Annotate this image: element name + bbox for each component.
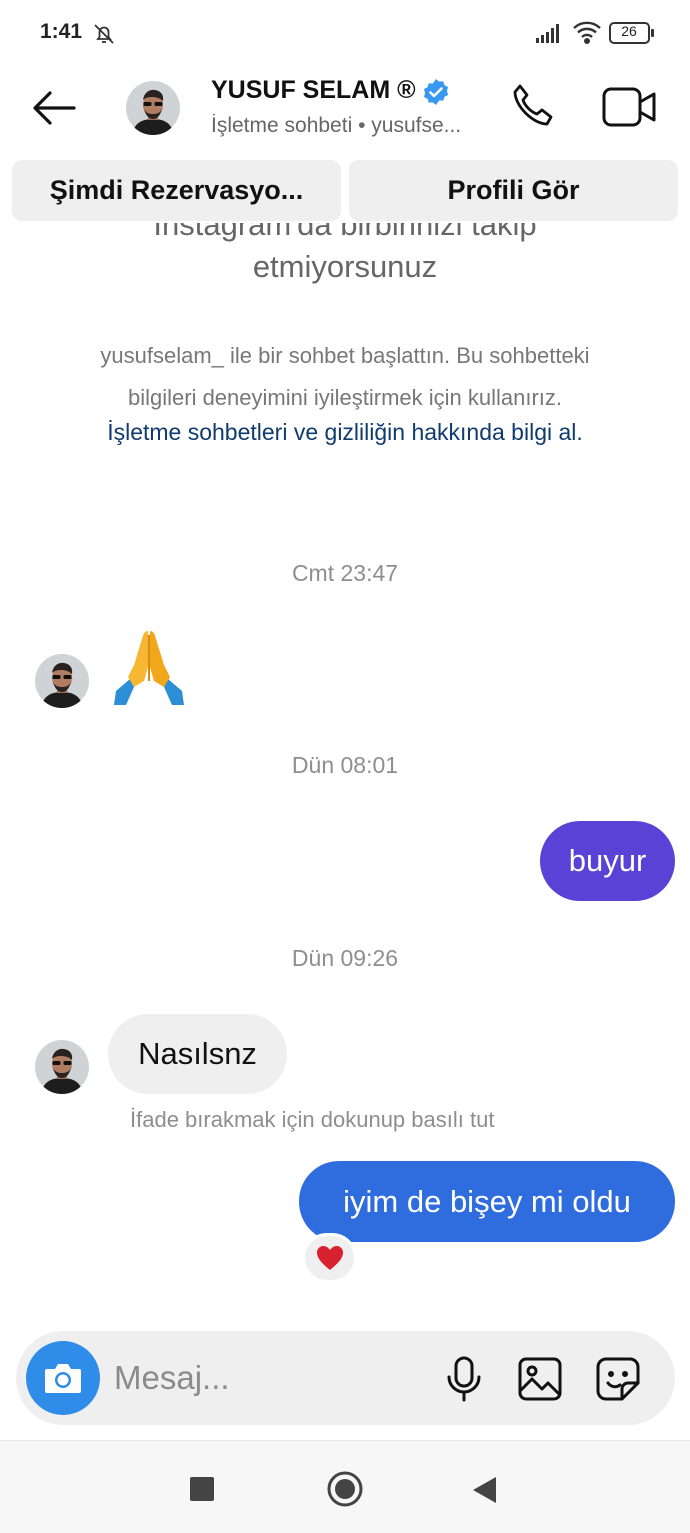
gallery-icon[interactable] xyxy=(516,1355,564,1403)
reaction-hint: İfade bırakmak için dokunup basılı tut xyxy=(130,1107,495,1132)
book-now-button[interactable]: Şimdi Rezervasyo... xyxy=(12,160,341,221)
message-input[interactable] xyxy=(114,1353,414,1403)
verified-badge-icon xyxy=(424,79,448,105)
timestamp: Cmt 23:47 xyxy=(291,560,399,586)
timestamp: Dün 09:26 xyxy=(291,945,399,971)
info-line-2: bilgileri deneyimini iyileştirmek için k… xyxy=(127,385,563,410)
status-time: 1:41 xyxy=(40,20,83,43)
system-nav-bar xyxy=(0,1440,690,1533)
camera-icon xyxy=(45,1364,81,1393)
sender-avatar[interactable] xyxy=(35,654,89,708)
received-message-bubble[interactable]: Nasılsnz xyxy=(108,1014,287,1094)
message-thread[interactable]: Instagram'da birbirinizi takip etmiyorsu… xyxy=(0,221,690,1326)
message-composer xyxy=(16,1331,675,1425)
status-bar: 1:41 26 xyxy=(0,0,690,68)
avatar-photo xyxy=(35,654,89,708)
info-line-1: yusufselam_ ile bir sohbet başlattın. Bu… xyxy=(100,343,590,368)
recents-square-icon[interactable] xyxy=(190,1477,214,1501)
heart-reaction[interactable] xyxy=(302,1233,357,1283)
camera-button[interactable] xyxy=(26,1341,100,1415)
chat-header: YUSUF SELAM ® İşletme sohbeti • yusufse.… xyxy=(0,68,690,152)
contact-name[interactable]: YUSUF SELAM ® xyxy=(211,76,416,105)
follow-note-line1: Instagram'da birbirinizi takip xyxy=(153,223,537,242)
business-chat-info: yusufselam_ ile bir sohbet başlattın. Bu… xyxy=(40,335,650,419)
folded-hands-emoji-icon[interactable] xyxy=(108,625,190,707)
follow-note-line2: etmiyorsunuz xyxy=(252,249,438,284)
contact-subtitle[interactable]: İşletme sohbeti • yusufse... xyxy=(211,114,496,138)
privacy-info-link[interactable]: İşletme sohbetleri ve gizliliğin hakkınd… xyxy=(40,419,650,446)
phone-icon[interactable] xyxy=(506,80,558,132)
wifi-icon xyxy=(573,21,601,44)
sent-message-bubble[interactable]: buyur xyxy=(540,821,675,901)
sent-message-bubble[interactable]: iyim de bişey mi oldu xyxy=(299,1161,675,1242)
battery-level: 26 xyxy=(621,23,637,39)
home-circle-icon[interactable] xyxy=(326,1470,364,1508)
signal-icon xyxy=(536,24,559,43)
bell-off-icon xyxy=(94,24,114,44)
microphone-icon[interactable] xyxy=(442,1355,486,1403)
sticker-icon[interactable] xyxy=(594,1355,642,1403)
avatar[interactable] xyxy=(126,81,180,135)
sender-avatar[interactable] xyxy=(35,1040,89,1094)
video-call-icon[interactable] xyxy=(600,82,660,132)
back-arrow-icon[interactable] xyxy=(28,88,80,128)
red-heart-icon xyxy=(316,1246,343,1270)
avatar-photo xyxy=(126,81,180,135)
timestamp: Dün 08:01 xyxy=(291,752,399,778)
back-triangle-icon[interactable] xyxy=(470,1475,498,1505)
follow-status-note: Instagram'da birbirinizi takip etmiyorsu… xyxy=(0,223,690,287)
avatar-photo xyxy=(35,1040,89,1094)
view-profile-button[interactable]: Profili Gör xyxy=(349,160,678,221)
